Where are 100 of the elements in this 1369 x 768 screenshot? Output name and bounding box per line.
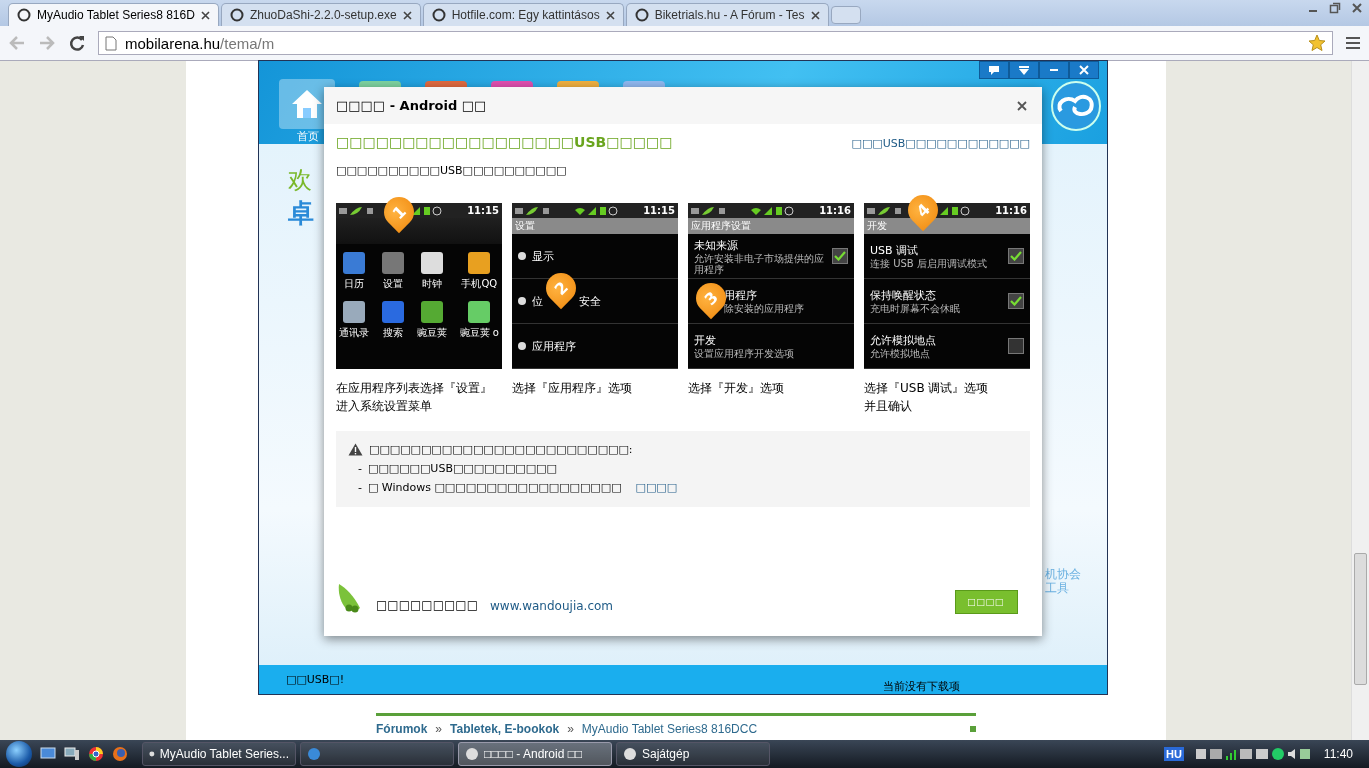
close-icon[interactable]: [605, 10, 615, 20]
breadcrumb-separator: »: [435, 722, 443, 736]
browser-tab[interactable]: MyAudio Tablet Series8 816D: [8, 3, 219, 26]
speech-bubble-icon: [988, 65, 1000, 75]
website-link[interactable]: www.wandoujia.com: [490, 599, 613, 613]
notice-heading: □□□□□□□□□□□□□□□□□□□□□□□□□:: [369, 443, 633, 456]
taskbar-button[interactable]: MyAudio Tablet Series...: [142, 742, 296, 766]
step-caption: 选择『应用程序』选项: [512, 380, 633, 397]
step-caption: 选择『开发』选项: [688, 380, 785, 397]
close-icon[interactable]: [1017, 100, 1027, 111]
step-caption: 在应用程序列表选择『设置』: [336, 380, 493, 397]
clock[interactable]: 11:40: [1323, 747, 1353, 761]
checkbox[interactable]: [1008, 293, 1024, 309]
bullet-dash: -: [358, 481, 362, 494]
computer-icon[interactable]: [64, 747, 80, 761]
notice-link[interactable]: □□□□: [635, 481, 678, 494]
house-icon: [290, 88, 324, 120]
tab-title: MyAudio Tablet Series8 816D: [37, 8, 195, 22]
menu-icon[interactable]: [1345, 36, 1361, 50]
close-icon[interactable]: [200, 10, 210, 20]
help-link[interactable]: □□□USB□□□□□□□□□□□□: [851, 137, 1030, 150]
browser-tab[interactable]: Biketrials.hu - A Fórum - Tes: [625, 3, 829, 26]
window-icon: [465, 747, 479, 761]
site-icon: [17, 8, 31, 22]
taskbar-button[interactable]: [300, 742, 454, 766]
scroll-thumb[interactable]: [1354, 553, 1367, 685]
browser-icon[interactable]: [88, 746, 104, 762]
breadcrumb-link[interactable]: Tabletek, E-bookok: [450, 722, 560, 736]
cloud-logo-icon: [1051, 81, 1101, 131]
screen-header: 开发: [864, 218, 1030, 234]
app-label: 通讯录: [339, 326, 369, 340]
app-label: 时钟: [421, 277, 442, 291]
notice-item: □□□□□□USB□□□□□□□□□□: [368, 462, 557, 475]
scrollbar[interactable]: [1351, 61, 1369, 740]
start-button[interactable]: [6, 741, 32, 767]
url-text: mobilarena.hu/tema/m: [125, 34, 276, 52]
step-caption: 并且确认: [864, 398, 913, 415]
square-icon: [970, 726, 976, 732]
checkbox[interactable]: [832, 248, 848, 264]
restore-icon[interactable]: [1329, 2, 1341, 14]
browser-tab[interactable]: ZhuoDaShi-2.2.0-setup.exe: [220, 3, 421, 26]
step-caption: 进入系统设置菜单: [336, 398, 433, 415]
close-icon[interactable]: [1351, 2, 1363, 14]
app-label: 日历: [344, 277, 364, 291]
star-icon[interactable]: [1308, 34, 1326, 52]
setting-description: 设置应用程序开发选项: [694, 348, 795, 359]
bullet-dash: -: [358, 462, 362, 475]
dropdown-button[interactable]: [1009, 61, 1039, 79]
address-bar[interactable]: mobilarena.hu/tema/m: [98, 31, 1333, 55]
site-icon: [431, 8, 446, 22]
task-label: Sajátgép: [642, 747, 690, 761]
setting-icon: [518, 297, 526, 305]
home-label: 首页: [297, 129, 319, 144]
setting-description: 充电时屏幕不会休眠: [870, 303, 961, 314]
desktop-icon[interactable]: [40, 747, 56, 761]
reload-icon[interactable]: [68, 34, 86, 52]
breadcrumb-link[interactable]: Fórumok: [376, 722, 428, 736]
checkbox[interactable]: [1008, 248, 1024, 264]
app-icon[interactable]: [420, 301, 443, 323]
welcome-subtitle: 卓: [288, 197, 314, 230]
language-indicator[interactable]: HU: [1163, 747, 1184, 761]
site-icon: [229, 8, 244, 22]
setting-title: 允许模拟地点: [870, 333, 936, 348]
connection-status: □□USB□!: [286, 673, 345, 686]
status-icons-drawing: [867, 206, 901, 215]
setting-description: 连接 USB 后启用调试模式: [870, 258, 988, 269]
app-label: 豌豆荚 o: [459, 326, 499, 340]
close-button[interactable]: [1069, 61, 1099, 79]
app-icon[interactable]: [468, 252, 491, 274]
feedback-button[interactable]: [979, 61, 1009, 79]
breadcrumb-separator: »: [567, 722, 574, 736]
close-icon[interactable]: [402, 10, 412, 20]
minimize-button[interactable]: [1039, 61, 1069, 79]
close-icon[interactable]: [810, 10, 820, 20]
side-text: 机协会: [1045, 567, 1081, 581]
setting-title: USB 调试: [870, 243, 919, 258]
fox-browser-icon[interactable]: [112, 746, 128, 762]
minimize-icon: [1049, 68, 1059, 72]
signal-icons-drawing: [750, 205, 795, 216]
app-icon[interactable]: [468, 301, 491, 323]
checkbox[interactable]: [1008, 338, 1024, 354]
setting-title: 显示: [532, 248, 554, 264]
app-label: 搜索: [382, 326, 403, 340]
step-caption: 选择『USB 调试』选项: [864, 380, 990, 397]
app-icon[interactable]: [420, 252, 443, 274]
site-icon: [634, 8, 649, 22]
setting-icon: [518, 252, 526, 260]
window-icon: [307, 747, 321, 761]
phone-time: 11:16: [995, 205, 1027, 216]
app-label: 手机QQ: [461, 277, 498, 291]
taskbar-button[interactable]: Sajátgép: [616, 742, 770, 766]
instruction-text: □□□□□□□□□□USB□□□□□□□□□□: [336, 164, 568, 177]
task-label: □□□□ - Android □□: [484, 747, 583, 761]
phone-time: 11:15: [643, 205, 675, 216]
browser-tab[interactable]: Hotfile.com: Egy kattintásos: [422, 3, 624, 26]
task-label: MyAudio Tablet Series...: [159, 747, 289, 761]
side-text: 工具: [1045, 581, 1069, 595]
page-icon: [105, 35, 117, 51]
tab-title: Biketrials.hu - A Fórum - Tes: [654, 8, 805, 22]
taskbar-button[interactable]: □□□□ - Android □□: [458, 742, 612, 766]
